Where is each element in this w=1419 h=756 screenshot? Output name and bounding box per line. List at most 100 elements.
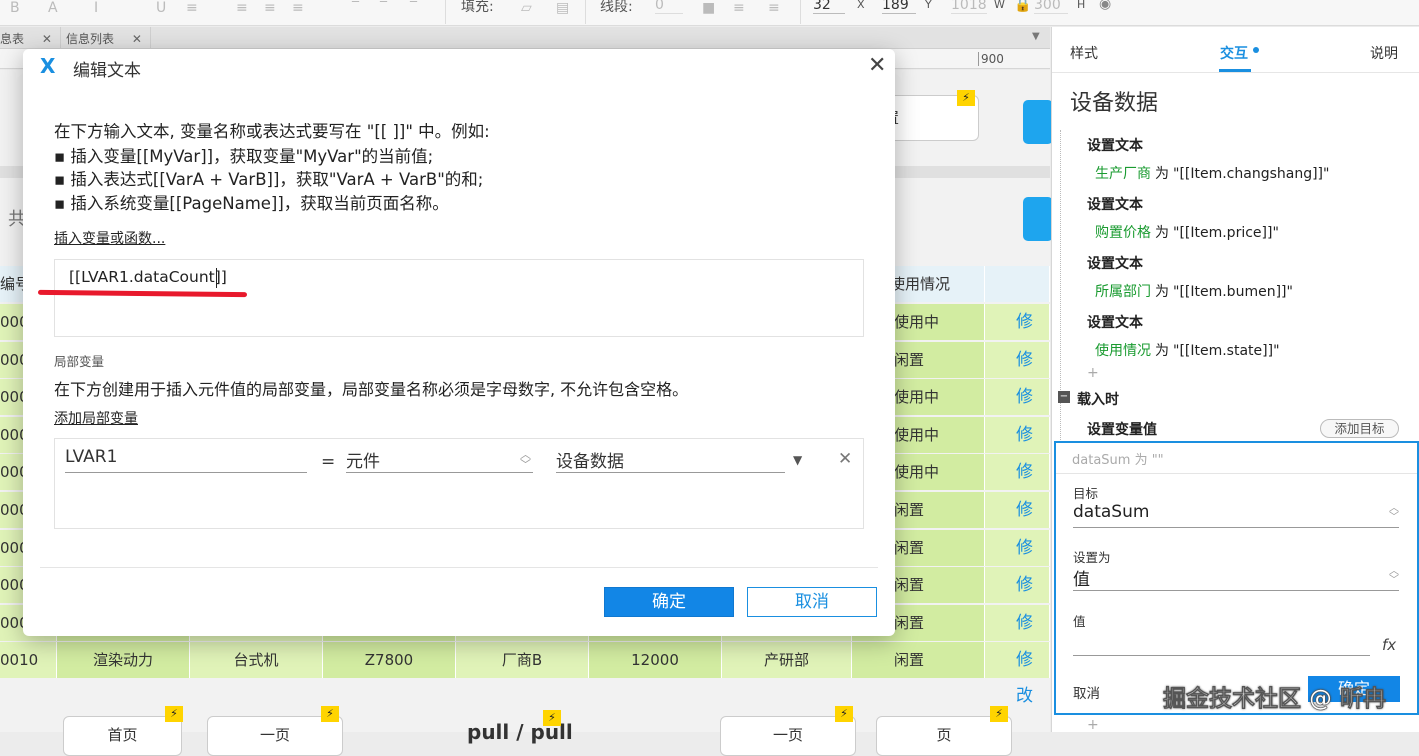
first-page-label: 首页 <box>107 726 138 744</box>
table-cell: 0010 <box>0 642 57 679</box>
set-text-action[interactable]: 设置文本 <box>1087 135 1143 155</box>
interaction-bolt-icon: ⚡ <box>321 706 339 722</box>
action-value: "[[Item.state]]" <box>1173 343 1280 359</box>
last-page-label: 页 <box>936 726 952 744</box>
tab-notes[interactable]: 说明 <box>1370 43 1398 63</box>
edit-link[interactable]: 修改 <box>985 454 1050 518</box>
target-select[interactable]: dataSum ︿ ﹀ <box>1073 502 1399 528</box>
event-on-load[interactable]: 载入时 <box>1077 389 1119 409</box>
interaction-bolt-icon: ⚡ <box>835 706 853 722</box>
action-description[interactable]: 所属部门为 "[[Item.bumen]]" <box>1095 281 1293 301</box>
line-style-icon[interactable]: ≡ <box>733 0 745 16</box>
text-style-icon[interactable]: A <box>48 0 58 16</box>
doc-tab[interactable]: 息表 ✕ <box>0 27 61 49</box>
lock-icon[interactable]: 🔒 <box>1014 0 1031 13</box>
align-center-icon[interactable]: ≡ <box>264 0 276 16</box>
cancel-button[interactable]: 取消 <box>747 587 877 617</box>
line-width-input[interactable]: 0 <box>655 0 683 14</box>
edit-link[interactable]: 修改 <box>985 492 1050 556</box>
target-value: dataSum <box>1073 502 1150 522</box>
prev-page-button[interactable]: 一页 <box>207 716 343 756</box>
action-connector: 为 <box>1155 225 1169 241</box>
italic-icon[interactable]: I <box>94 0 98 16</box>
edit-link[interactable]: 修改 <box>985 567 1050 631</box>
action-description[interactable]: 购置价格为 "[[Item.price]]" <box>1095 222 1279 242</box>
bold-icon[interactable]: B <box>10 0 20 16</box>
list-icon[interactable]: ≡ <box>186 0 198 16</box>
align-middle-icon[interactable]: ‾ <box>380 0 387 16</box>
arrow-style-icon[interactable]: ≡ <box>768 0 780 16</box>
fill-color-icon[interactable]: ▱ <box>521 0 532 16</box>
align-top-icon[interactable]: ‾ <box>352 0 359 16</box>
align-bottom-icon[interactable]: ‾ <box>410 0 417 16</box>
edit-text-dialog: X 编辑文本 ✕ 在下方输入文本, 变量名称或表达式要写在 "[[ ]]" 中。… <box>23 49 895 636</box>
action-value: "[[Item.changshang]]" <box>1173 166 1330 182</box>
add-action-icon[interactable]: + <box>1087 365 1099 381</box>
remove-variable-icon[interactable]: ✕ <box>838 449 852 469</box>
edit-link[interactable]: 修改 <box>985 341 1050 406</box>
search-button[interactable] <box>1023 100 1053 144</box>
x-input[interactable]: 32 <box>813 0 845 14</box>
set-as-value: 值 <box>1073 570 1090 590</box>
action-target: 所属部门 <box>1095 284 1151 300</box>
edit-link[interactable]: 修改 <box>985 379 1050 443</box>
equals-sign: = <box>321 452 336 472</box>
set-text-action[interactable]: 设置文本 <box>1087 253 1143 273</box>
widget-name[interactable]: 设备数据 <box>1070 85 1158 117</box>
edit-link[interactable]: 修改 <box>985 642 1050 706</box>
collapse-icon[interactable]: − <box>1058 391 1070 403</box>
doc-tab-label: 息表 <box>0 32 25 46</box>
action-description[interactable]: 生产厂商为 "[[Item.changshang]]" <box>1095 163 1329 183</box>
set-text-action[interactable]: 设置文本 <box>1087 194 1143 214</box>
editor-cancel-link[interactable]: 取消 <box>1073 682 1100 702</box>
action-value: "[[Item.bumen]]" <box>1173 284 1293 300</box>
edit-link[interactable]: 修改 <box>985 529 1050 594</box>
add-button[interactable] <box>1023 197 1053 241</box>
set-text-action[interactable]: 设置文本 <box>1087 312 1143 332</box>
edit-link[interactable]: 修改 <box>985 416 1050 481</box>
function-fx-icon[interactable]: fx <box>1382 636 1396 654</box>
add-local-variable-link[interactable]: 添加局部变量 <box>54 408 138 428</box>
align-right-icon[interactable]: ≡ <box>292 0 304 16</box>
confirm-button[interactable]: 确定 <box>604 587 734 617</box>
y-input[interactable]: 189 <box>882 0 916 14</box>
add-target-button[interactable]: 添加目标 <box>1320 419 1399 438</box>
tab-overflow-icon[interactable]: ▼ <box>1032 31 1040 42</box>
prev-page-label: 一页 <box>259 726 290 744</box>
edit-link[interactable]: 修改 <box>985 604 1050 669</box>
app-logo-icon: X <box>40 54 56 78</box>
close-icon[interactable]: ✕ <box>42 32 52 46</box>
toolbar-divider <box>585 0 586 24</box>
local-variable-type-select[interactable]: 元件 ︿ ﹀ <box>346 447 533 473</box>
local-variable-name-input[interactable]: LVAR1 <box>65 447 307 473</box>
text-expression-input[interactable]: [[LVAR1.dataCount]] <box>37 259 864 337</box>
width-input[interactable]: 1018 <box>951 0 987 14</box>
action-description[interactable]: 使用情况为 "[[Item.state]]" <box>1095 340 1280 360</box>
add-event-icon[interactable]: + <box>1087 717 1099 733</box>
set-variable-action[interactable]: 设置变量值 <box>1087 419 1157 439</box>
height-input[interactable]: 300 <box>1034 0 1068 14</box>
edit-link[interactable]: 修改 <box>985 304 1050 368</box>
tab-interaction[interactable]: 交互 <box>1220 43 1248 63</box>
set-as-select[interactable]: 值 ︿ ﹀ <box>1073 565 1399 591</box>
line-color-icon[interactable]: ■ <box>702 0 715 16</box>
value-input[interactable] <box>1073 630 1370 656</box>
close-icon[interactable]: ✕ <box>868 53 886 78</box>
action-value: "[[Item.price]]" <box>1173 225 1279 241</box>
tab-style[interactable]: 样式 <box>1070 43 1098 63</box>
chevron-down-icon[interactable]: ▼ <box>793 453 802 467</box>
local-variable-target-select[interactable]: 设备数据 <box>556 447 785 473</box>
local-variable-type: 元件 <box>346 452 380 472</box>
underline-icon[interactable]: U <box>156 0 166 16</box>
close-icon[interactable]: ✕ <box>132 32 142 46</box>
x-label: X <box>857 0 865 11</box>
insert-variable-link[interactable]: 插入变量或函数... <box>54 228 165 248</box>
first-page-button[interactable]: 首页 <box>63 716 182 756</box>
dialog-title-bar[interactable]: X 编辑文本 ✕ <box>23 49 895 85</box>
last-page-button[interactable]: 页 <box>876 716 1012 756</box>
fill-image-icon[interactable]: ▤ <box>556 0 569 16</box>
doc-tab[interactable]: 信息列表 ✕ <box>58 27 151 49</box>
align-left-icon[interactable]: ≡ <box>236 0 248 16</box>
visibility-icon[interactable]: ◉ <box>1099 0 1111 12</box>
next-page-button[interactable]: 一页 <box>720 716 856 756</box>
